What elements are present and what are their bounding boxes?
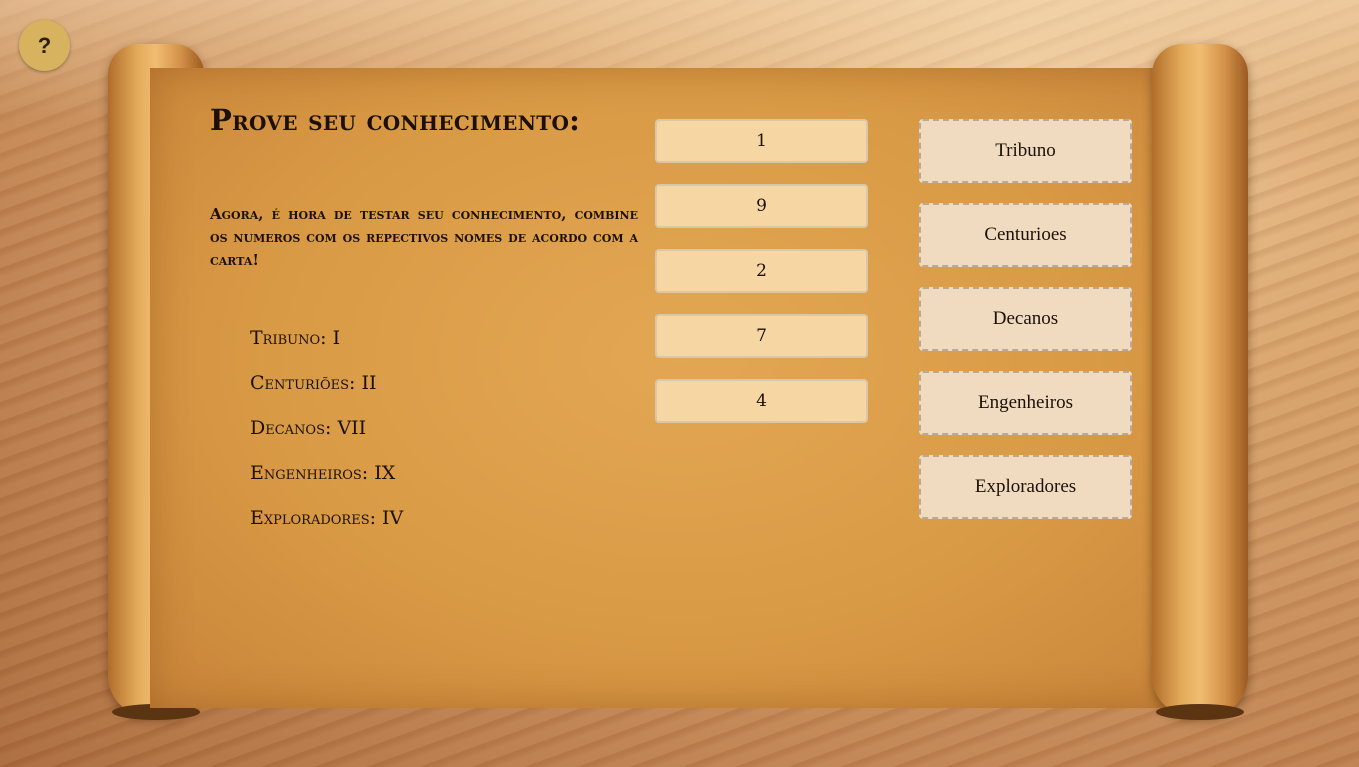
help-button[interactable]: ? [19,20,70,71]
number-tile[interactable]: 2 [655,249,868,293]
key-item-centurioes: Centuriões: II [250,372,377,394]
answer-key-list: Tribuno: I Centuriões: II Decanos: VII E… [250,322,403,547]
key-item-exploradores: Exploradores: IV [250,507,404,529]
drop-slot-engenheiros[interactable]: Engenheiros [919,371,1132,435]
number-tile[interactable]: 4 [655,379,868,423]
number-tile[interactable]: 9 [655,184,868,228]
number-tile[interactable]: 1 [655,119,868,163]
instructions-text: Agora, é hora de testar seu conhecimento… [210,205,638,269]
scroll-roller-right [1152,44,1248,720]
drop-slot-tribuno[interactable]: Tribuno [919,119,1132,183]
key-item-decanos: Decanos: VII [250,417,367,439]
drop-slot-centurioes[interactable]: Centurioes [919,203,1132,267]
key-item-engenheiros: Engenheiros: IX [250,462,396,484]
drop-slot-exploradores[interactable]: Exploradores [919,455,1132,519]
page-title: Prove seu conhecimento: [210,103,581,137]
key-item-tribuno: Tribuno: I [250,327,341,349]
drop-slot-decanos[interactable]: Decanos [919,287,1132,351]
number-tile[interactable]: 7 [655,314,868,358]
